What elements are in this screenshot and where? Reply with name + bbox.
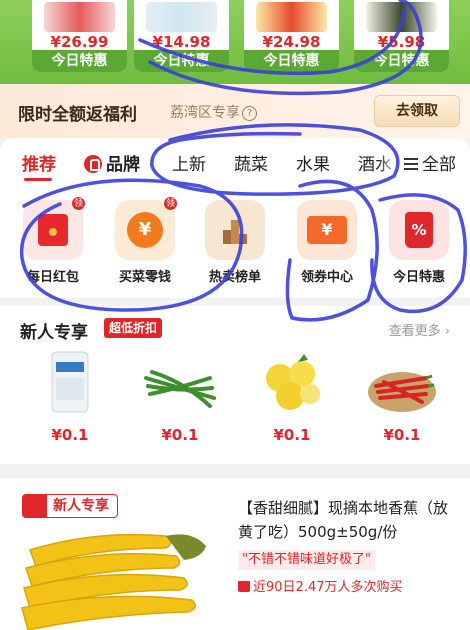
sales-info: 近90日2.47万人多次购买	[238, 576, 403, 595]
new-user-item[interactable]: ¥0.1	[244, 348, 340, 448]
product-card[interactable]: 新人专享 【香甜细腻】现摘本地香蕉（放黄了吃）500g±50g/份 "不错不错味…	[0, 478, 470, 630]
product-price: ¥5.98	[377, 33, 426, 51]
review-quote: "不错不错味道好极了"	[238, 550, 375, 570]
claim-badge: 领	[71, 196, 86, 211]
see-more-link[interactable]: 查看更多 ›	[389, 320, 450, 339]
tab-all[interactable]: 全部	[402, 150, 456, 175]
product-price: ¥14.98	[152, 33, 211, 51]
product-price: ¥24.98	[262, 33, 321, 51]
product-price: ¥26.99	[50, 33, 109, 51]
quick-entry-label: 每日红包	[26, 270, 79, 285]
tab-vegetables[interactable]: 蔬菜	[234, 150, 268, 175]
green-beans-icon	[140, 348, 220, 418]
salt-bag-icon	[30, 348, 110, 418]
red-envelope-icon: 领	[23, 196, 86, 260]
chevron-right-icon: ›	[444, 324, 450, 339]
yuan-coin-icon: ¥ 领	[115, 196, 178, 260]
claim-badge: 领	[163, 196, 178, 211]
tab-recommend[interactable]: 推荐	[22, 150, 56, 175]
tab-new[interactable]: 上新	[172, 150, 206, 175]
deal-tag: 今日特惠	[32, 50, 127, 72]
brand-icon	[84, 155, 102, 173]
active-tab-indicator	[24, 178, 52, 181]
quick-entry-grid: 领 每日红包 ¥ 领 买菜零钱 热卖榜单 ¥ 领券中心 % 今日特惠	[0, 186, 470, 298]
section-title: 新人专享	[20, 323, 88, 343]
coupon-icon: ¥	[297, 200, 357, 260]
tab-all-label: 全部	[422, 155, 456, 175]
quick-entry-label: 买菜零钱	[118, 270, 171, 285]
item-price: ¥0.1	[383, 426, 421, 444]
help-icon[interactable]: ?	[242, 106, 257, 121]
discount-tag-icon: %	[389, 200, 449, 260]
product-image	[256, 2, 327, 32]
shopping-bag-icon	[238, 581, 250, 592]
new-user-item[interactable]: ¥0.1	[22, 348, 118, 448]
top-product-card[interactable]: ¥5.98 今日特惠	[354, 0, 449, 72]
item-price: ¥0.1	[51, 426, 89, 444]
quick-entry-daily-deals[interactable]: % 今日特惠	[374, 200, 464, 285]
red-chili-icon	[362, 348, 442, 418]
lemon-icon	[252, 348, 332, 418]
promo-title: 限时全额返福利	[18, 105, 137, 125]
top-product-card[interactable]: ¥24.98 今日特惠	[244, 0, 339, 72]
tab-brand-label: 品牌	[106, 155, 140, 175]
product-image	[44, 2, 115, 32]
promo-subtitle: 荔湾区专享?	[170, 102, 257, 122]
discount-badge: 超低折扣	[104, 318, 163, 338]
quick-entry-label: 领券中心	[300, 270, 353, 285]
product-image	[366, 2, 437, 32]
top-product-card[interactable]: ¥26.99 今日特惠	[32, 0, 127, 72]
item-price: ¥0.1	[273, 426, 311, 444]
quick-entry-label: 今日特惠	[392, 270, 445, 285]
promo-region: 荔湾区专享	[170, 105, 240, 121]
banana-product-image: 新人专享	[16, 490, 226, 630]
product-name: 【香甜细腻】现摘本地香蕉（放黄了吃）500g±50g/份	[238, 499, 449, 541]
tab-brand[interactable]: 品牌	[84, 150, 140, 175]
deal-tag: 今日特惠	[354, 50, 449, 72]
top-product-strip: ¥26.99 今日特惠 ¥14.98 今日特惠 ¥24.98 今日特惠 ¥5.9…	[0, 0, 470, 84]
deal-tag: 今日特惠	[134, 50, 229, 72]
top-product-card[interactable]: ¥14.98 今日特惠	[134, 0, 229, 72]
new-user-section: 新人专享 超低折扣 查看更多 › ¥0.1 ¥0.1 ¥0.1 ¥0.1	[0, 306, 470, 464]
quick-entry-coupon-center[interactable]: ¥ 领券中心	[282, 200, 372, 285]
quick-entry-grocery-cash[interactable]: ¥ 领 买菜零钱	[100, 196, 190, 285]
new-user-item[interactable]: ¥0.1	[132, 348, 228, 448]
quick-entry-daily-red-packet[interactable]: 领 每日红包	[8, 196, 98, 285]
tab-fade	[378, 138, 400, 186]
product-image	[146, 2, 217, 32]
new-user-item[interactable]: ¥0.1	[354, 348, 450, 448]
new-user-tag: 新人专享	[22, 494, 118, 518]
claim-button[interactable]: 去领取	[374, 95, 460, 127]
item-price: ¥0.1	[161, 426, 199, 444]
deal-tag: 今日特惠	[244, 50, 339, 72]
ranking-icon	[205, 200, 265, 260]
menu-icon	[404, 158, 418, 170]
quick-entry-hot-list[interactable]: 热卖榜单	[190, 200, 280, 285]
promo-banner: 限时全额返福利 荔湾区专享? 去领取	[0, 84, 470, 138]
quick-entry-label: 热卖榜单	[208, 270, 261, 285]
category-tabs: 推荐 品牌 上新 蔬菜 水果 酒水 全部	[0, 138, 470, 186]
tab-fruits[interactable]: 水果	[296, 150, 330, 175]
